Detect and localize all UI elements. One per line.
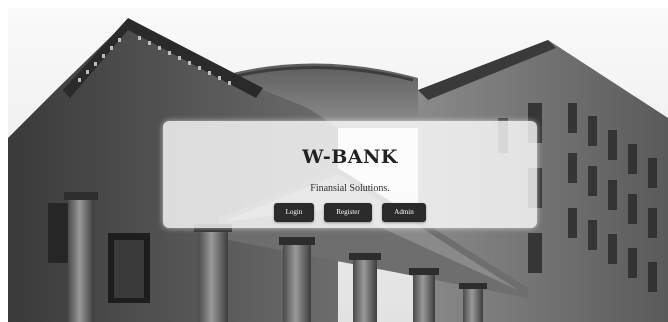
hero-background: W-BANK Finansial Solutions. Login Regist… (8, 8, 668, 322)
top-strip (0, 0, 668, 8)
login-button[interactable]: Login (274, 203, 314, 222)
admin-button[interactable]: Admin (382, 203, 426, 222)
action-buttons: Login Register Admin (163, 203, 537, 222)
register-button[interactable]: Register (324, 203, 372, 222)
brand-tagline: Finansial Solutions. (310, 183, 390, 194)
brand-title: W-BANK (302, 146, 398, 168)
welcome-card: W-BANK Finansial Solutions. Login Regist… (163, 121, 537, 228)
landing-page: W-BANK Finansial Solutions. Login Regist… (0, 0, 668, 322)
